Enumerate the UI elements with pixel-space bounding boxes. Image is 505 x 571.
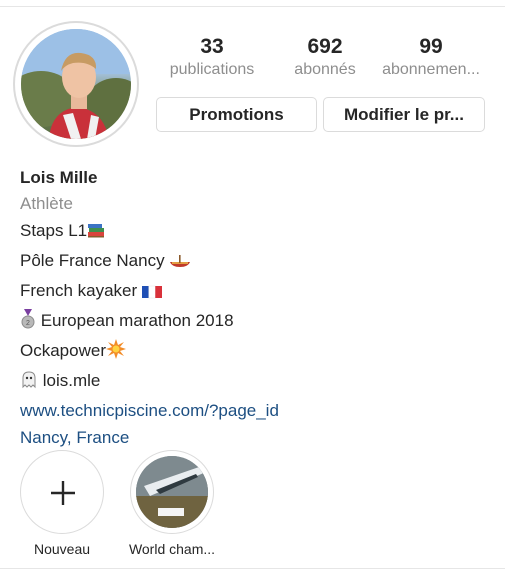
books-emoji-icon	[87, 220, 105, 247]
bio-line: lois.mle	[20, 367, 490, 397]
profile-bio: Lois Mille Athlète Staps L1 Pôle France …	[20, 166, 490, 451]
profile-website-link[interactable]: www.technicpiscine.com/?page_id	[20, 397, 490, 424]
bio-line: Pôle France Nancy	[20, 247, 490, 277]
canoe-emoji-icon	[169, 250, 191, 277]
stat-count: 33	[200, 35, 224, 58]
bio-text: Ockapower	[20, 341, 106, 360]
plus-icon	[51, 481, 75, 505]
snapchat-ghost-emoji-icon	[20, 370, 38, 397]
highlight-cover-image	[136, 456, 208, 528]
bio-text: Staps L1	[20, 221, 88, 240]
bio-line: Staps L1	[20, 217, 490, 247]
profile-location-link[interactable]: Nancy, France	[20, 424, 490, 451]
stat-count: 99	[419, 35, 443, 58]
promotions-button[interactable]: Promotions	[156, 97, 317, 132]
edit-profile-button[interactable]: Modifier le pr...	[323, 97, 485, 132]
bio-line: French kayaker	[20, 277, 490, 307]
stat-count: 692	[307, 35, 343, 58]
highlight-circle	[130, 450, 214, 534]
stat-label: publications	[169, 61, 255, 78]
highlight-circle	[20, 450, 104, 534]
stat-label: abonnés	[294, 61, 356, 78]
silver-medal-emoji-icon: 2	[20, 309, 36, 337]
top-divider	[0, 6, 505, 7]
stat-followers[interactable]: 692 abonnés	[275, 34, 375, 80]
stat-label: abonnemen...	[382, 61, 480, 78]
bio-text: lois.mle	[38, 371, 101, 390]
bio-text: Pôle France Nancy	[20, 251, 170, 270]
bottom-divider	[0, 568, 505, 569]
bio-line: Ockapower	[20, 337, 490, 367]
profile-avatar[interactable]	[13, 21, 139, 147]
france-flag-emoji-icon	[141, 280, 162, 307]
avatar-photo	[21, 29, 131, 139]
profile-name: Lois Mille	[20, 168, 98, 187]
bio-text: French kayaker	[20, 281, 142, 300]
highlight-new[interactable]: Nouveau	[7, 450, 117, 557]
stat-following[interactable]: 99 abonnemen...	[372, 34, 490, 80]
stat-publications[interactable]: 33 publications	[157, 34, 267, 80]
bio-text: European marathon 2018	[36, 311, 234, 330]
profile-stats: 33 publications 692 abonnés 99 abonnemen…	[157, 34, 490, 84]
highlight-label: Nouveau	[33, 541, 91, 557]
collision-emoji-icon	[105, 339, 126, 367]
svg-text:2: 2	[26, 320, 30, 327]
highlight-label: World cham...	[128, 541, 216, 557]
highlight-world-championship[interactable]: World cham...	[117, 450, 227, 557]
profile-category: Athlète	[20, 194, 73, 213]
bio-line: 2 European marathon 2018	[20, 307, 490, 337]
